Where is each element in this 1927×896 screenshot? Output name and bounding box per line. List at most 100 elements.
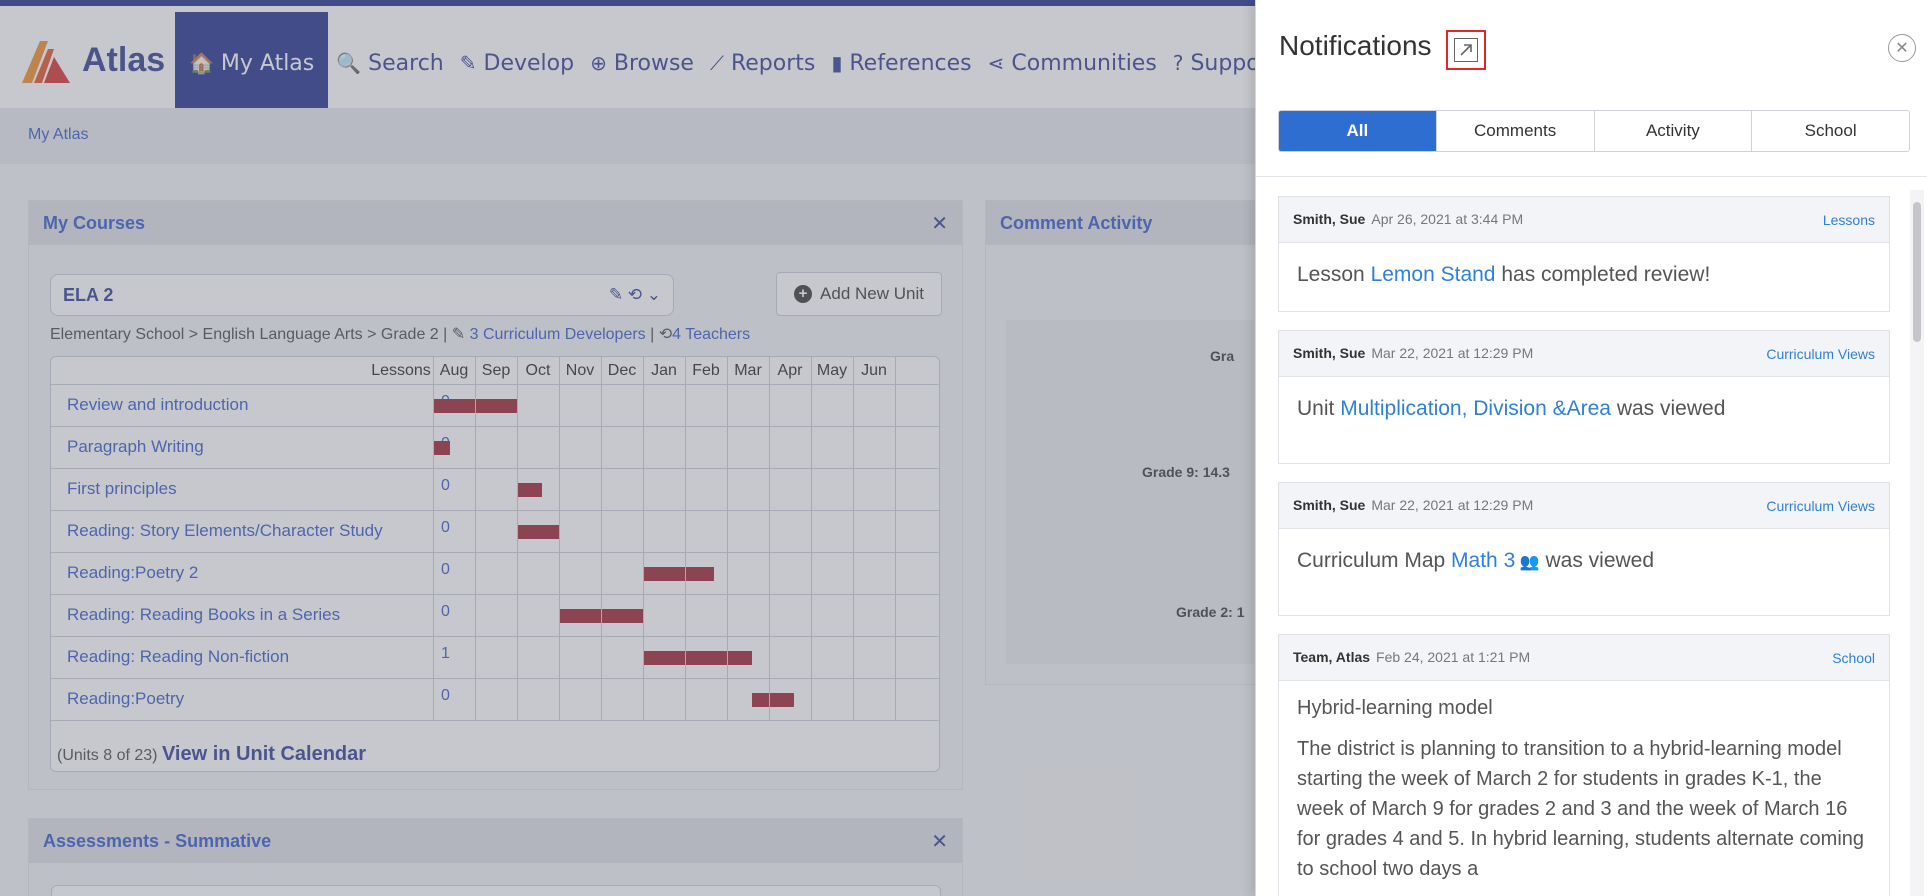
notification-card: Team, Atlas Feb 24, 2021 at 1:21 PM School… — [1278, 634, 1890, 896]
view-in-unit-calendar-link[interactable]: View in Unit Calendar — [162, 743, 366, 765]
column-header-month: Aug — [439, 362, 469, 379]
notification-card: Smith, Sue Mar 22, 2021 at 12:29 PM Curric… — [1278, 482, 1890, 616]
unit-timeline-bar[interactable] — [643, 567, 715, 581]
popout-button[interactable] — [1446, 30, 1486, 70]
unit-name-link[interactable]: Reading:Poetry 2 — [67, 563, 198, 583]
nav-item-suppo[interactable]: ? Suppo — [1165, 12, 1268, 114]
notification-category-link[interactable]: School — [1832, 650, 1875, 666]
tab-all[interactable]: All — [1279, 111, 1437, 151]
notification-subject: Hybrid-learning model — [1297, 697, 1493, 719]
assessments-panel: Assessments - Summative ✕ — [28, 818, 963, 896]
lesson-count: 0 — [441, 687, 450, 704]
add-new-unit-button[interactable]: + Add New Unit — [776, 272, 942, 316]
grid-line — [601, 357, 602, 721]
search-icon: 🔍 — [336, 51, 362, 75]
notifications-scrollbar[interactable] — [1910, 190, 1924, 896]
edit-icon: ✎ — [451, 326, 466, 343]
unit-name-link[interactable]: Paragraph Writing — [67, 437, 204, 457]
notification-header: Smith, Sue Apr 26, 2021 at 3:44 PM Lessons — [1279, 197, 1889, 243]
main-nav: 🏠 My Atlas 🔍 Search ✎ Develop ⊕ Browse ⟋ Reports ▮… — [175, 12, 1268, 114]
unit-timeline-bar[interactable] — [752, 693, 795, 707]
chart-label: Grade 2: 1 — [1176, 604, 1245, 620]
unit-timeline-bar[interactable] — [517, 483, 543, 497]
nav-item-search[interactable]: 🔍 Search — [328, 12, 452, 114]
grid-line — [727, 357, 728, 721]
nav-item-my-atlas[interactable]: 🏠 My Atlas — [175, 12, 329, 114]
unit-name-link[interactable]: Reading: Reading Non-fiction — [67, 647, 289, 667]
notification-prefix: Unit — [1297, 397, 1335, 420]
unit-name-link[interactable]: Reading: Story Elements/Character Study — [67, 521, 383, 541]
nav-item-develop[interactable]: ✎ Develop — [452, 12, 582, 114]
book-icon: ▮ — [831, 51, 843, 75]
notification-date: Apr 26, 2021 at 3:44 PM — [1371, 210, 1524, 227]
lesson-count: 0 — [441, 561, 450, 578]
close-icon[interactable]: ✕ — [931, 829, 948, 854]
nav-item-label: Browse — [613, 50, 694, 76]
breadcrumb[interactable]: My Atlas — [28, 126, 88, 144]
chart-label: Gra — [1210, 348, 1235, 364]
assessments-list — [51, 885, 941, 896]
notification-meta: Team, Atlas Feb 24, 2021 at 1:21 PM — [1293, 649, 1530, 667]
notification-link[interactable]: Multiplication, Division &Area — [1340, 397, 1611, 420]
notification-category-link[interactable]: Curriculum Views — [1766, 346, 1875, 362]
divider — [1256, 176, 1927, 177]
comment-activity-title: Comment Activity — [1000, 212, 1153, 233]
notification-card: Smith, Sue Mar 22, 2021 at 12:29 PM Curric… — [1278, 330, 1890, 464]
unit-timeline-bar[interactable] — [643, 651, 753, 665]
unit-name-link[interactable]: Review and introduction — [67, 395, 248, 415]
table-row: Reading: Reading Books in a Series 0 — [51, 595, 939, 637]
plus-circle-icon: + — [794, 285, 813, 303]
lesson-count: 0 — [441, 603, 450, 620]
notification-link[interactable]: Math 3 — [1451, 549, 1515, 572]
curriculum-developers-link[interactable]: 3 Curriculum Developers — [470, 326, 646, 343]
notification-card: Smith, Sue Apr 26, 2021 at 3:44 PM Lessons… — [1278, 196, 1890, 312]
nav-item-browse[interactable]: ⊕ Browse — [582, 12, 702, 114]
tab-comments[interactable]: Comments — [1436, 111, 1595, 151]
scrollbar-thumb[interactable] — [1913, 202, 1921, 342]
nav-item-label: References — [849, 50, 972, 76]
my-courses-title: My Courses — [43, 212, 146, 233]
close-icon[interactable]: ✕ — [931, 211, 948, 236]
notification-tabs: All Comments Activity School — [1278, 110, 1910, 152]
course-select[interactable]: ELA 2 ✎ ⟲ ⌄ — [50, 274, 674, 316]
unit-calendar-table: Lessons Aug Sep Oct Nov Dec Jan Feb Mar Apr May Jun… — [50, 356, 940, 772]
close-icon: ✕ — [1895, 40, 1909, 57]
notification-author: Smith, Sue — [1293, 496, 1366, 513]
nav-item-references[interactable]: ▮ References — [823, 12, 979, 114]
assessments-title: Assessments - Summative — [43, 830, 272, 851]
nav-item-reports[interactable]: ⟋ Reports — [702, 12, 823, 114]
course-tools-icon[interactable]: ✎ ⟲ ⌄ — [609, 285, 661, 305]
close-drawer-button[interactable]: ✕ — [1888, 34, 1916, 62]
unit-name-link[interactable]: Reading: Reading Books in a Series — [67, 605, 340, 625]
grid-line — [853, 357, 854, 721]
notification-suffix: was viewed — [1616, 397, 1726, 420]
atlas-logo[interactable]: Atlas — [20, 30, 165, 90]
column-header-month: Feb — [692, 362, 720, 379]
table-row: Reading: Story Elements/Character Study 0 — [51, 511, 939, 553]
course-meta: Elementary School > English Language Art… — [50, 324, 750, 344]
notification-body: Curriculum Map Math 3 👥 was viewed — [1279, 529, 1889, 573]
nav-item-label: My Atlas — [220, 50, 315, 76]
nav-item-label: Suppo — [1190, 50, 1260, 76]
unit-name-link[interactable]: First principles — [67, 479, 177, 499]
unit-name-link[interactable]: Reading:Poetry — [67, 689, 184, 709]
atlas-logo-icon — [22, 41, 70, 83]
teachers-link[interactable]: 4 Teachers — [672, 326, 750, 343]
app-name: Atlas — [82, 40, 166, 79]
column-header-month: Jan — [651, 362, 677, 379]
notification-category-link[interactable]: Lessons — [1823, 212, 1875, 228]
tab-activity[interactable]: Activity — [1594, 111, 1753, 151]
nav-item-label: Communities — [1011, 50, 1157, 76]
notification-link[interactable]: Lemon Stand — [1371, 263, 1496, 286]
lesson-count: 0 — [441, 519, 450, 536]
unit-table-header: Lessons Aug Sep Oct Nov Dec Jan Feb Mar Apr May Jun — [51, 357, 939, 385]
column-header-month: Oct — [525, 362, 551, 379]
nav-item-communities[interactable]: ⋖ Communities — [980, 12, 1165, 114]
notification-category-link[interactable]: Curriculum Views — [1766, 498, 1875, 514]
unit-timeline-bar[interactable] — [517, 525, 559, 539]
unit-timeline-bar[interactable] — [433, 441, 450, 455]
add-new-unit-label: Add New Unit — [820, 284, 924, 303]
tab-school[interactable]: School — [1752, 111, 1909, 151]
notification-suffix: was viewed — [1545, 549, 1655, 572]
nav-item-label: Reports — [730, 50, 816, 76]
